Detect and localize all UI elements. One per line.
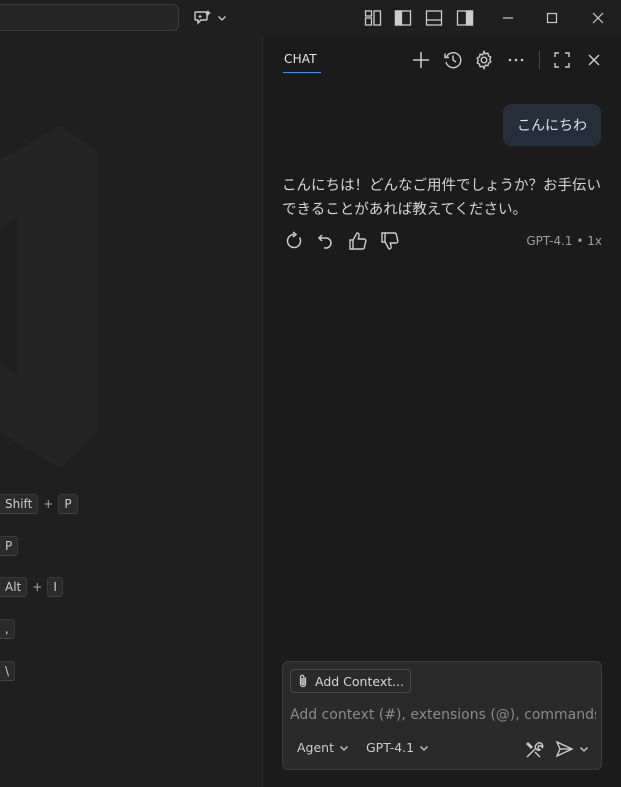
key-cap: P — [0, 536, 19, 556]
plus-sign: + — [43, 497, 54, 511]
user-message-bubble: こんにちわ — [503, 104, 601, 146]
shortcut-row: Shift + P — [0, 494, 78, 514]
title-bar — [0, 0, 621, 36]
response-model-meta: GPT-4.1 • 1x — [526, 234, 602, 248]
shortcut-row: Alt + I — [0, 577, 63, 597]
editor-area: Shift + P P Alt + I , \ — [0, 36, 262, 787]
thumbs-up-icon[interactable] — [347, 230, 369, 252]
key-cap: \ — [0, 661, 16, 681]
maximize-icon[interactable] — [540, 6, 564, 30]
paperclip-icon — [299, 674, 307, 688]
add-context-button[interactable]: Add Context... — [290, 669, 412, 693]
mode-label: Agent — [297, 740, 334, 755]
send-icon — [555, 740, 574, 758]
chevron-down-icon — [340, 745, 348, 751]
mode-picker[interactable]: Agent — [297, 740, 350, 755]
chevron-down-icon — [580, 747, 588, 752]
thumbs-down-icon[interactable] — [379, 230, 401, 252]
key-cap: P — [58, 494, 78, 514]
send-button[interactable] — [554, 739, 590, 759]
more-actions-icon[interactable] — [505, 49, 527, 71]
gear-icon[interactable] — [473, 49, 495, 71]
tab-chat[interactable]: CHAT — [284, 52, 317, 66]
toggle-primary-sidebar-icon[interactable] — [393, 8, 413, 28]
plus-sign: + — [32, 580, 43, 594]
chat-input[interactable] — [290, 704, 596, 726]
shortcut-row: , — [0, 619, 15, 639]
header-separator — [539, 50, 540, 70]
shortcut-row: \ — [0, 661, 16, 681]
close-icon[interactable] — [583, 49, 605, 71]
maximize-panel-icon[interactable] — [551, 49, 573, 71]
add-context-label: Add Context... — [315, 673, 405, 689]
message-actions — [283, 230, 401, 252]
key-cap: Alt — [0, 577, 28, 597]
vscode-watermark-logo — [0, 126, 97, 468]
key-cap: Shift — [0, 494, 39, 514]
history-icon[interactable] — [442, 49, 464, 71]
new-chat-icon[interactable] — [410, 49, 432, 71]
tools-icon[interactable] — [523, 739, 545, 761]
retry-icon[interactable] — [283, 230, 305, 252]
close-window-icon[interactable] — [586, 6, 610, 30]
toggle-secondary-sidebar-icon[interactable] — [455, 8, 475, 28]
key-cap: I — [47, 577, 63, 597]
active-tab-indicator — [283, 72, 321, 73]
customize-layout-icon[interactable] — [363, 8, 383, 28]
assistant-message: こんにちは！どんなご用件でしょうか？お手伝いできることがあれば教えてください。 — [282, 178, 601, 218]
copilot-menu-button[interactable] — [192, 6, 232, 30]
command-center-search[interactable] — [0, 4, 179, 31]
chevron-down-icon — [420, 745, 429, 751]
copilot-sparkle-icon — [194, 10, 211, 25]
chevron-down-icon — [218, 16, 226, 21]
chat-input-box: Add Context... Agent GPT-4.1 — [282, 661, 602, 770]
key-cap: , — [0, 619, 15, 639]
chat-panel: CHAT こんにちわ こんにちは！どんなご用件でしょうか？お手伝いできることがあ… — [263, 36, 621, 787]
toggle-panel-icon[interactable] — [424, 8, 444, 28]
model-label: GPT-4.1 — [366, 740, 415, 755]
model-picker[interactable]: GPT-4.1 — [366, 740, 430, 755]
undo-icon[interactable] — [315, 230, 337, 252]
shortcut-row: P — [0, 536, 19, 556]
minimize-icon[interactable] — [496, 6, 520, 30]
